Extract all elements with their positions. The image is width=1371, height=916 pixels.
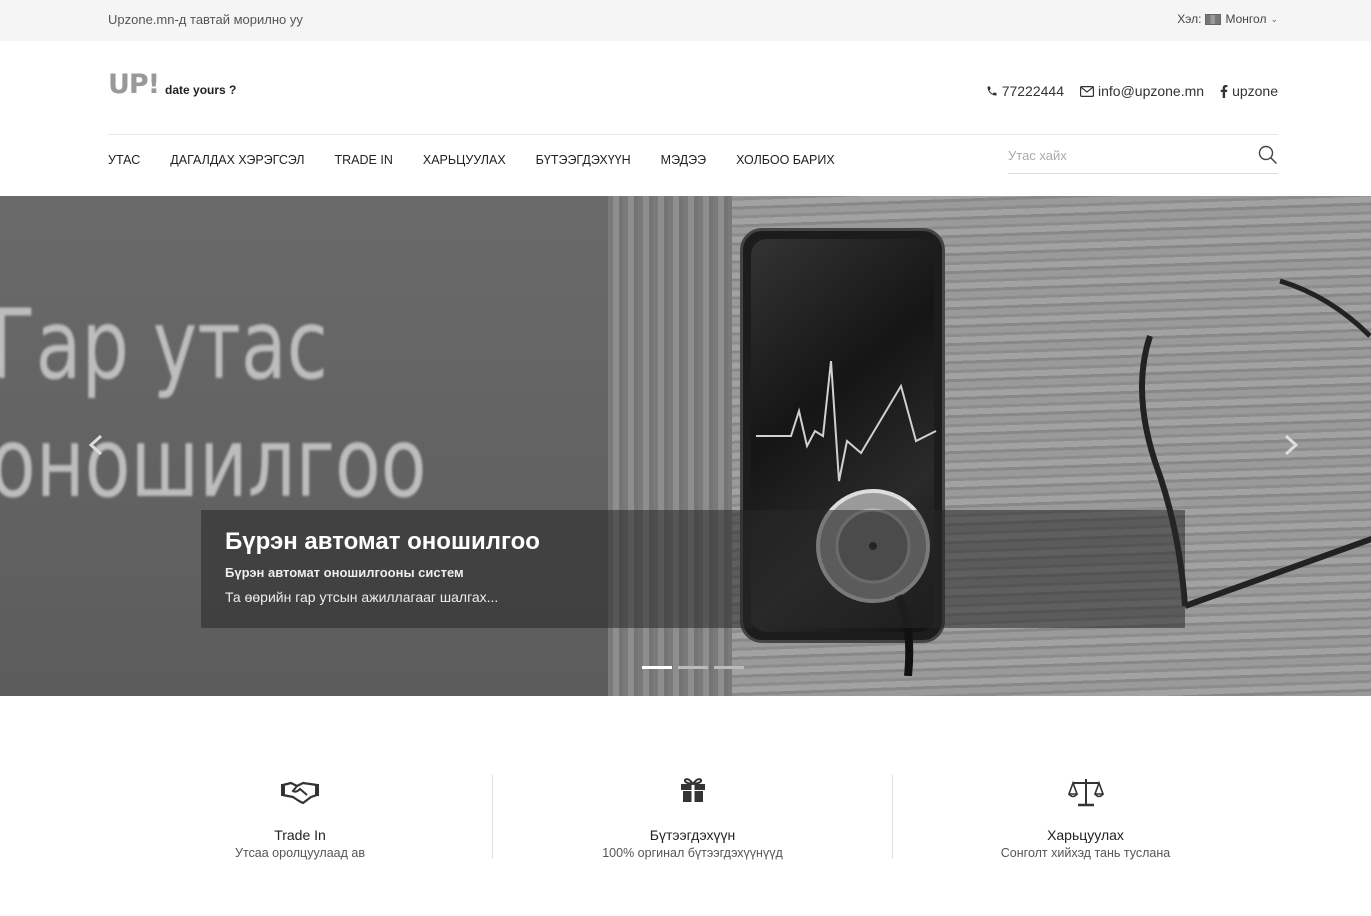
slider-next-arrow-icon[interactable] <box>1283 434 1299 456</box>
chevron-down-icon: ⌄ <box>1270 13 1278 24</box>
slider-indicators <box>642 666 744 669</box>
features-row: Trade In Утсаа оролцуулаад ав Бүтээгдэхү… <box>108 775 1278 860</box>
slide-subtitle: Бүрэн автомат оношилгооны систем <box>225 565 464 580</box>
hero-slider: Гар утас оношилгоо Бүрэн автомат оношилг… <box>0 196 1371 696</box>
envelope-icon <box>1080 85 1094 97</box>
email-link[interactable]: info@upzone.mn <box>1080 83 1204 99</box>
language-value: Монгол <box>1225 12 1267 26</box>
search-icon <box>1258 145 1278 165</box>
feature-description: 100% оргинал бүтээгдэхүүнүүд <box>602 846 783 860</box>
main-nav: УТАС ДАГАЛДАХ ХЭРЭГСЭЛ TRADE IN ХАРЬЦУУЛ… <box>108 153 835 167</box>
nav-item-trade-in[interactable]: TRADE IN <box>335 153 393 167</box>
site-header: UP! date yours ? 77222444 info@upzone.mn… <box>0 41 1371 134</box>
header-divider <box>108 134 1278 135</box>
top-bar: Upzone.mn-д тавтай морилно уу Хэл: Монго… <box>0 0 1371 41</box>
email-address: info@upzone.mn <box>1098 83 1205 99</box>
nav-item-products[interactable]: БҮТЭЭГДЭХҮҮН <box>536 153 631 167</box>
search-button[interactable] <box>1258 145 1278 170</box>
nav-item-accessories[interactable]: ДАГАЛДАХ ХЭРЭГСЭЛ <box>170 153 304 167</box>
feature-title: Бүтээгдэхүүн <box>649 827 736 843</box>
mongolia-flag-icon <box>1205 13 1222 25</box>
slide-indicator-2[interactable] <box>678 666 708 669</box>
nav-item-contact[interactable]: ХОЛБОО БАРИХ <box>736 153 835 167</box>
slider-prev-arrow-icon[interactable] <box>88 434 104 456</box>
feature-trade-in[interactable]: Trade In Утсаа оролцуулаад ав <box>108 775 493 860</box>
slide-background-text: Гар утас оношилгоо <box>0 289 427 519</box>
logo-tagline: date yours ? <box>165 83 237 97</box>
feature-title: Харьцуулах <box>1047 827 1124 843</box>
language-label: Хэл: <box>1177 12 1202 26</box>
site-logo[interactable]: UP! date yours ? <box>108 71 236 98</box>
slide-caption: Бүрэн автомат оношилгоо Бүрэн автомат он… <box>201 510 1185 628</box>
gift-icon <box>680 778 705 802</box>
feature-description: Утсаа оролцуулаад ав <box>235 846 365 860</box>
slide-indicator-3[interactable] <box>714 666 744 669</box>
facebook-link[interactable]: upzone <box>1220 83 1278 99</box>
nav-item-phones[interactable]: УТАС <box>108 153 140 167</box>
balance-scale-icon <box>1067 779 1104 807</box>
facebook-icon <box>1220 84 1228 98</box>
contact-links: 77222444 info@upzone.mn upzone <box>986 83 1278 99</box>
feature-title: Trade In <box>274 827 326 843</box>
handshake-icon <box>281 781 319 805</box>
slide-indicator-1[interactable] <box>642 666 672 669</box>
welcome-text: Upzone.mn-д тавтай морилно уу <box>108 12 303 27</box>
facebook-name: upzone <box>1232 83 1278 99</box>
slide-title: Бүрэн автомат оношилгоо <box>225 528 540 555</box>
feature-compare[interactable]: Харьцуулах Сонголт хийхэд тань туслана <box>893 775 1278 860</box>
slide-description: Та өөрийн гар утсын ажиллагааг шалгах... <box>225 589 499 605</box>
search-input[interactable] <box>1008 140 1248 170</box>
nav-item-news[interactable]: МЭДЭЭ <box>661 153 706 167</box>
language-selector[interactable]: Хэл: Монгол ⌄ <box>1177 12 1278 26</box>
logo-mark: UP! <box>108 69 160 100</box>
phone-number: 77222444 <box>1001 83 1064 99</box>
search-box <box>1008 140 1278 174</box>
feature-description: Сонголт хийхэд тань туслана <box>1000 846 1171 860</box>
feature-products[interactable]: Бүтээгдэхүүн 100% оргинал бүтээгдэхүүнүү… <box>493 775 893 860</box>
phone-link[interactable]: 77222444 <box>986 83 1064 99</box>
nav-item-compare[interactable]: ХАРЬЦУУЛАХ <box>423 153 506 167</box>
phone-icon <box>987 86 997 96</box>
